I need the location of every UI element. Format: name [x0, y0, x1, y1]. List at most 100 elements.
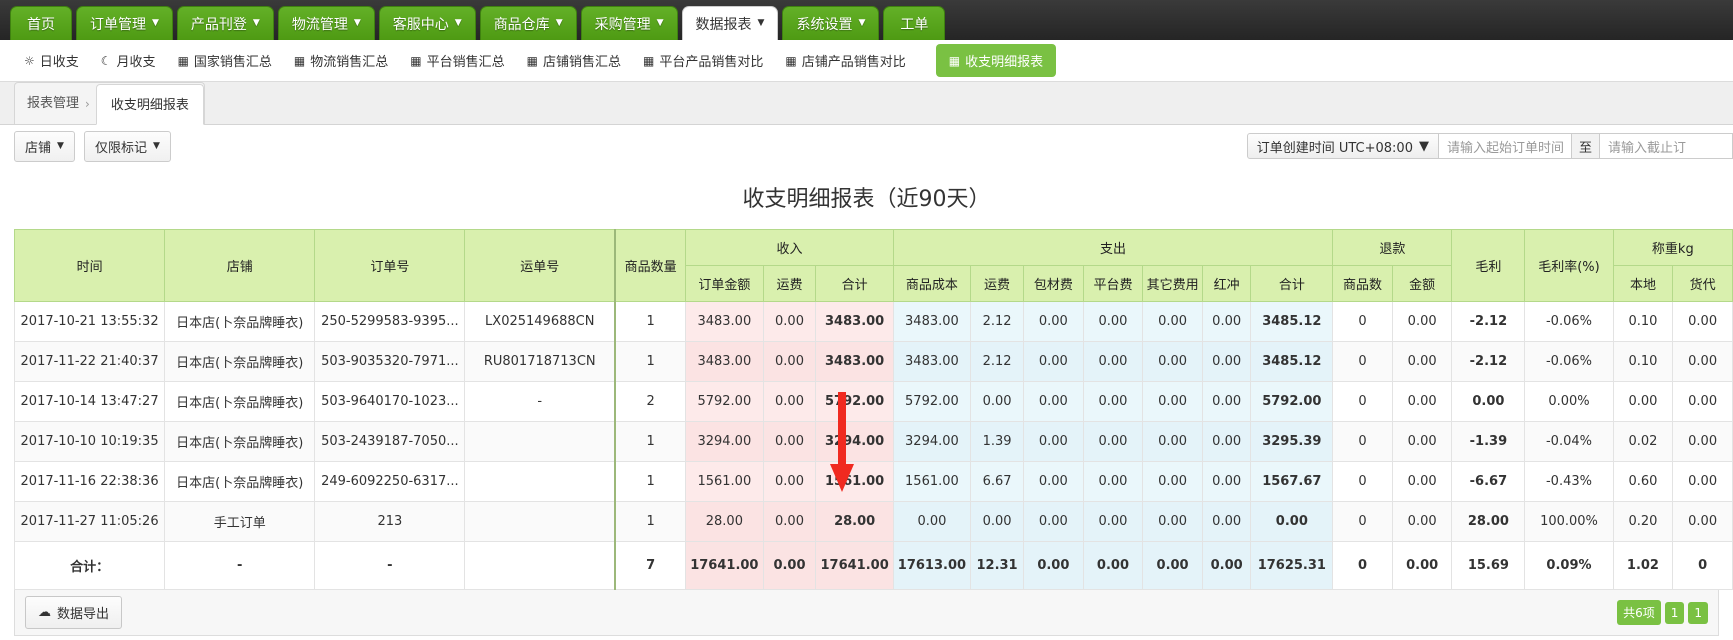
nav-tab-customer-service[interactable]: 客服中心 ▼ [378, 6, 476, 40]
cell-cost-platform: 0.00 [1082, 461, 1144, 502]
page-next-button[interactable]: 1 [1688, 601, 1708, 624]
shop-filter-dropdown[interactable]: 店铺 ▼ [14, 130, 75, 162]
col-header-refund-amount[interactable]: 金额 [1391, 265, 1453, 302]
marked-only-filter-label: 仅限标记 [94, 140, 147, 156]
subnav-item-platform-sales-summary[interactable]: ▦ 平台销售汇总 [410, 51, 504, 71]
total-cell-time: 合计： [13, 541, 166, 590]
col-header-qty[interactable]: 商品数量 [614, 229, 687, 302]
col-header-cost-other[interactable]: 其它费用 [1142, 265, 1203, 302]
total-cell-gross-rate: 0.09% [1524, 541, 1614, 590]
table-body: 2017-10-21 13:55:32 日本店(卜奈品牌睡衣) 250-529958… [13, 301, 1733, 590]
breadcrumb-separator-icon: › [85, 97, 90, 111]
grid-icon: ▦ [785, 53, 797, 68]
cell-cost-goods: 3483.00 [892, 341, 972, 382]
subnav-item-label: 店铺产品销售对比 [801, 55, 906, 70]
export-data-button[interactable]: ☁ 数据导出 [25, 596, 123, 629]
col-header-weight-agent[interactable]: 货代 [1672, 265, 1733, 302]
col-header-cost-packing[interactable]: 包材费 [1023, 265, 1084, 302]
cell-order-no: 503-9035320-7971... [314, 341, 466, 382]
col-header-gross-rate[interactable]: 毛利率(%) [1524, 229, 1614, 302]
cell-cost-total: 3295.39 [1250, 421, 1334, 462]
cell-time: 2017-10-10 10:19:35 [13, 421, 166, 462]
main-navigation: 首页 订单管理 ▼ 产品刊登 ▼ 物流管理 ▼ 客服中心 ▼ 商品仓库 ▼ 采购… [0, 0, 1733, 40]
col-header-shop[interactable]: 店铺 [164, 229, 316, 302]
cell-shop: 日本店(卜奈品牌睡衣) [164, 461, 316, 502]
subnav-item-monthly-income-expense[interactable]: ☾ 月收支 [100, 51, 156, 71]
col-header-tracking-no[interactable]: 运单号 [464, 229, 617, 302]
subnav-item-shop-sales-summary[interactable]: ▦ 店铺销售汇总 [527, 51, 621, 71]
cell-cost-freight: 2.12 [970, 301, 1025, 342]
nav-tab-home[interactable]: 首页 [10, 6, 72, 40]
subnav-item-daily-income-expense[interactable]: ☼ 日收支 [24, 51, 79, 71]
cell-time: 2017-11-22 21:40:37 [13, 341, 166, 382]
date-type-dropdown[interactable]: 订单创建时间 UTC+08:00 ▼ [1246, 133, 1439, 159]
moon-icon: ☾ [100, 53, 112, 68]
nav-tab-work-order[interactable]: 工单 [883, 6, 946, 40]
col-header-gross-profit[interactable]: 毛利 [1451, 229, 1526, 302]
col-header-time[interactable]: 时间 [13, 229, 166, 302]
cell-cost-packing: 0.00 [1023, 501, 1084, 542]
col-header-income-total[interactable]: 合计 [815, 265, 894, 302]
cell-gross-rate: -0.06% [1524, 341, 1614, 382]
nav-tab-order-management[interactable]: 订单管理 ▼ [76, 6, 173, 40]
subnav-item-income-expense-detail-report[interactable]: ▦ 收支明细报表 [935, 44, 1057, 77]
cell-gross-profit: 0.00 [1451, 381, 1526, 422]
marked-only-filter-dropdown[interactable]: 仅限标记 ▼ [83, 130, 171, 162]
cell-refund-amount: 0.00 [1391, 461, 1453, 502]
table-row[interactable]: 2017-11-16 22:38:36 日本店(卜奈品牌睡衣) 249-609225… [13, 461, 1733, 502]
total-count-badge: 共6项 [1617, 600, 1661, 625]
cell-income-freight: 0.00 [762, 341, 817, 382]
col-header-cost-platform[interactable]: 平台费 [1082, 265, 1144, 302]
pagination: 共6项 1 1 [1617, 600, 1708, 625]
cell-income-freight: 0.00 [762, 501, 817, 542]
cell-income-amount: 3294.00 [685, 421, 764, 462]
subnav-item-shop-product-sales-compare[interactable]: ▦ 店铺产品销售对比 [785, 51, 906, 71]
col-header-weight-local[interactable]: 本地 [1612, 265, 1674, 302]
cell-refund-qty: 0 [1332, 301, 1393, 342]
cell-weight-agent: 0.00 [1672, 461, 1733, 502]
start-date-input[interactable]: 请输入起始订单时间 [1438, 133, 1572, 159]
table-row[interactable]: 2017-11-27 11:05:26 手工订单 213 1 28.00 0.00 28.0… [13, 501, 1733, 542]
chevron-down-icon: ▼ [757, 18, 765, 28]
cell-refund-qty: 0 [1332, 381, 1393, 422]
subnav-item-logistics-sales-summary[interactable]: ▦ 物流销售汇总 [294, 51, 388, 71]
col-header-refund-qty[interactable]: 商品数 [1332, 265, 1393, 302]
breadcrumb-active-tab[interactable]: 收支明细报表 [95, 84, 204, 125]
col-header-income-amount[interactable]: 订单金额 [685, 265, 764, 302]
cell-refund-amount: 0.00 [1391, 421, 1453, 462]
nav-tab-label: 产品刊登 [190, 16, 247, 33]
col-header-cost-freight[interactable]: 运费 [970, 265, 1025, 302]
cell-cost-packing: 0.00 [1023, 301, 1084, 342]
nav-tab-system-settings[interactable]: 系统设置 ▼ [782, 6, 880, 40]
table-row[interactable]: 2017-11-22 21:40:37 日本店(卜奈品牌睡衣) 503-903532… [13, 341, 1733, 382]
col-header-cost-goods[interactable]: 商品成本 [892, 265, 972, 302]
cell-gross-profit: -2.12 [1451, 341, 1526, 382]
table-row[interactable]: 2017-10-14 13:47:27 日本店(卜奈品牌睡衣) 503-964017… [13, 381, 1733, 422]
col-group-header-income: 收入 [685, 229, 894, 266]
table-row[interactable]: 2017-10-10 10:19:35 日本店(卜奈品牌睡衣) 503-243918… [13, 421, 1733, 462]
nav-tab-logistics[interactable]: 物流管理 ▼ [277, 6, 375, 40]
date-type-label: 订单创建时间 UTC+08:00 [1256, 140, 1413, 156]
cell-qty: 1 [614, 461, 687, 502]
col-group-header-refund: 退款 [1332, 229, 1453, 266]
nav-tab-warehouse[interactable]: 商品仓库 ▼ [479, 6, 577, 40]
col-header-cost-redflush[interactable]: 红冲 [1201, 265, 1252, 302]
total-cell-refund-amount: 0.00 [1391, 541, 1453, 590]
cell-cost-total: 3485.12 [1250, 301, 1334, 342]
nav-tab-purchasing[interactable]: 采购管理 ▼ [580, 6, 678, 40]
col-header-order-no[interactable]: 订单号 [314, 229, 466, 302]
nav-tab-product-listing[interactable]: 产品刊登 ▼ [176, 6, 274, 40]
cell-income-freight: 0.00 [762, 461, 817, 502]
end-date-input[interactable]: 请输入截止订 [1600, 133, 1733, 159]
col-header-cost-total[interactable]: 合计 [1250, 265, 1334, 302]
income-expense-detail-table: 时间 店铺 订单号 运单号 商品数量 收入 支出 退款 毛利 毛利率(%) 称重… [13, 229, 1733, 590]
total-cell-cost-other: 0.00 [1142, 541, 1203, 590]
breadcrumb-root[interactable]: 报表管理 [27, 92, 85, 124]
cell-tracking-no: RU801718713CN [464, 341, 617, 382]
table-row[interactable]: 2017-10-21 13:55:32 日本店(卜奈品牌睡衣) 250-529958… [13, 301, 1733, 342]
col-header-income-freight[interactable]: 运费 [762, 265, 817, 302]
subnav-item-platform-product-sales-compare[interactable]: ▦ 平台产品销售对比 [643, 51, 763, 71]
page-current-button[interactable]: 1 [1664, 601, 1685, 624]
nav-tab-data-reports[interactable]: 数据报表 ▼ [681, 6, 779, 40]
subnav-item-country-sales-summary[interactable]: ▦ 国家销售汇总 [178, 51, 272, 71]
